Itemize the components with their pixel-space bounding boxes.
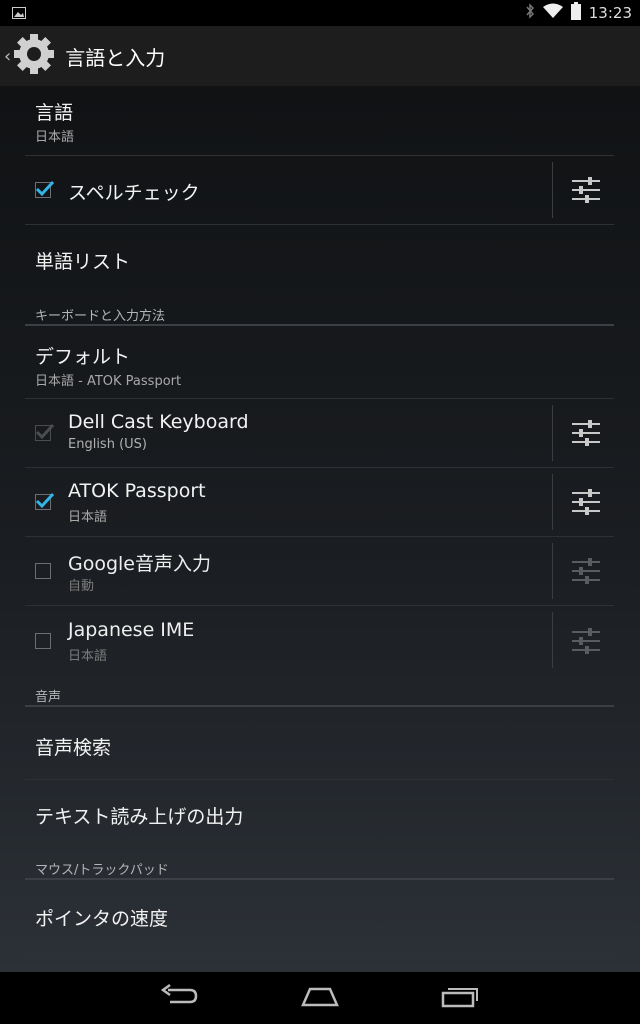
default-value: 日本語 - ATOK Passport: [35, 374, 182, 389]
divider: [552, 474, 553, 530]
default-keyboard-row[interactable]: デフォルト 日本語 - ATOK Passport: [25, 328, 614, 399]
dell-cast-keyboard-checkbox: [35, 423, 55, 441]
mouse-section-label: マウス/トラックパッド: [35, 863, 169, 878]
home-icon[interactable]: [300, 985, 340, 1011]
back-caret-icon[interactable]: ‹: [4, 46, 11, 67]
google-settings-icon: [572, 557, 600, 585]
atok-settings-icon[interactable]: [572, 488, 600, 516]
keyboard-section-label: キーボードと入力方法: [35, 309, 166, 324]
spell-check-checkbox[interactable]: [35, 180, 55, 198]
voice-search-title: 音声検索: [35, 737, 112, 759]
divider: [552, 612, 553, 668]
page-title: 言語と入力: [65, 45, 166, 70]
dell-cast-keyboard-row[interactable]: Dell Cast Keyboard English (US): [25, 399, 614, 468]
status-bar: 13:23: [0, 0, 640, 26]
atok-title: ATOK Passport: [68, 480, 206, 502]
clock: 13:23: [588, 4, 632, 22]
language-row[interactable]: 言語 日本語: [25, 86, 614, 156]
dell-settings-icon[interactable]: [572, 419, 600, 447]
pointer-speed-row[interactable]: ポインタの速度: [25, 882, 614, 953]
keyboard-section-header: キーボードと入力方法: [25, 302, 614, 326]
japanese-ime-settings-icon: [572, 627, 600, 655]
voice-section-header: 音声: [25, 683, 614, 707]
pointer-speed-title: ポインタの速度: [35, 908, 169, 930]
bluetooth-icon: [525, 3, 535, 23]
word-list-row[interactable]: 単語リスト: [25, 225, 614, 294]
language-title: 言語: [35, 102, 74, 124]
atok-passport-checkbox[interactable]: [35, 492, 55, 510]
action-bar: ‹ 言語と入力: [0, 26, 640, 86]
voice-section-label: 音声: [35, 690, 62, 705]
recent-apps-icon[interactable]: [440, 984, 480, 1012]
google-voice-input-row[interactable]: Google音声入力 自動: [25, 537, 614, 606]
dell-subtitle: English (US): [68, 437, 147, 452]
spell-check-title: スペルチェック: [68, 182, 200, 204]
atok-subtitle: 日本語: [68, 510, 108, 525]
tts-title: テキスト読み上げの出力: [35, 806, 244, 828]
settings-gear-icon[interactable]: [11, 31, 57, 81]
japanese-ime-subtitle: 日本語: [68, 649, 108, 664]
battery-icon: [570, 2, 581, 24]
back-icon[interactable]: [160, 983, 200, 1012]
spell-check-settings-icon[interactable]: [572, 176, 600, 204]
tts-output-row[interactable]: テキスト読み上げの出力: [25, 780, 614, 848]
wifi-icon: [542, 3, 563, 23]
word-list-title: 単語リスト: [35, 251, 131, 273]
divider: [552, 405, 553, 461]
japanese-ime-checkbox[interactable]: [35, 633, 51, 649]
voice-search-row[interactable]: 音声検索: [25, 709, 614, 780]
settings-list: 言語 日本語 スペルチェック 単語リスト キーボードと入力方法 デフォルト 日本…: [0, 86, 640, 972]
mouse-section-header: マウス/トラックパッド: [25, 856, 614, 880]
google-voice-input-checkbox[interactable]: [35, 563, 51, 579]
spell-check-row[interactable]: スペルチェック: [25, 156, 614, 225]
atok-passport-row[interactable]: ATOK Passport 日本語: [25, 468, 614, 537]
japanese-ime-title: Japanese IME: [68, 619, 195, 641]
language-value: 日本語: [35, 130, 75, 145]
google-subtitle: 自動: [68, 579, 95, 594]
navigation-bar: [0, 972, 640, 1024]
divider: [552, 543, 553, 599]
google-title: Google音声入力: [68, 553, 212, 575]
dell-title: Dell Cast Keyboard: [68, 411, 249, 433]
japanese-ime-row[interactable]: Japanese IME 日本語: [25, 606, 614, 676]
image-notification-icon: [12, 4, 26, 23]
default-title: デフォルト: [35, 346, 131, 368]
divider: [552, 162, 553, 218]
